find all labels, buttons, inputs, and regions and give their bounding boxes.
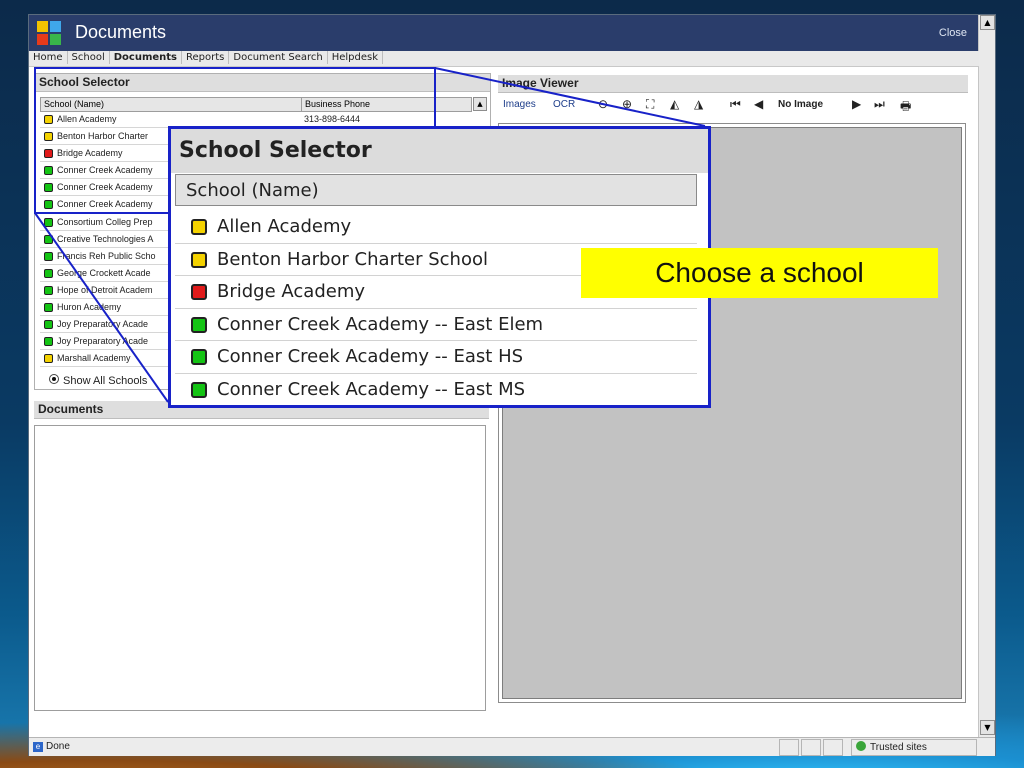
menu-item-reports[interactable]: Reports [182,51,230,64]
school-name: Creative Technologies A [57,233,154,244]
zoom-school-name: Bridge Academy [217,281,366,302]
status-yellow-icon [44,115,53,124]
no-image-label: No Image [778,99,824,110]
print-icon[interactable]: 🖶 [900,97,911,118]
zoom-out-icon[interactable]: ⊖ [598,97,608,111]
title-bar: Documents Close [29,15,979,51]
status-red-icon [191,284,207,300]
scroll-up-icon[interactable]: ▲ [980,15,995,30]
status-green-icon [191,349,207,365]
school-name: Francis Reh Public Scho [57,250,156,261]
status-green-icon [44,217,53,227]
status-green-icon [191,381,207,398]
status-green-icon [191,316,207,333]
status-green-icon [44,285,53,295]
school-phone: 313-898-6444 [304,114,361,124]
menu-item-documents[interactable]: Documents [110,51,183,64]
school-name: Conner Creek Academy [57,165,153,176]
trusted-check-icon [856,741,866,751]
column-header-business-phone[interactable]: Business Phone [301,98,472,111]
school-name: Joy Preparatory Acade [57,336,149,347]
status-yellow-icon [44,354,53,364]
school-name: Hope of Detroit Academ [57,284,153,295]
menu-item-school[interactable]: School [68,51,110,64]
app-logo-icon [37,21,61,45]
school-name: Benton Harbor Charter [57,131,149,142]
zoom-school-row[interactable]: Conner Creek Academy -- East MS [175,374,697,406]
school-name: Conner Creek Academy [57,199,153,210]
fit-icon[interactable]: ⛶ [646,97,654,112]
school-name: Bridge Academy [57,148,123,159]
image-viewer-heading: Image Viewer [498,75,968,93]
status-cell [823,739,843,756]
grid-scroll-up-icon[interactable]: ▲ [473,97,487,111]
zoom-in-icon[interactable]: ⊕ [622,97,632,111]
menu-item-helpdesk[interactable]: Helpdesk [328,51,384,64]
status-red-icon [44,149,53,159]
status-green-icon [44,303,53,313]
zoom-school-name: Conner Creek Academy -- East MS [217,378,526,400]
status-green-icon [44,251,53,261]
status-green-icon [44,183,53,193]
image-viewer-toolbar: Images OCR ⊖ ⊕ ⛶ ◭ ◮ ⏮ ◀ No Image ▶ ⏭ 🖶 [498,97,968,115]
status-green-icon [44,268,53,278]
last-icon[interactable]: ⏭ [874,97,885,112]
school-name: Marshall Academy [57,353,131,364]
status-cell [779,739,799,756]
school-name: Huron Academy [57,302,122,313]
status-green-icon [44,166,53,176]
main-menu: Home School Documents Reports Document Searc… [29,51,979,67]
images-link[interactable]: Images [503,99,536,110]
column-header-school-name[interactable]: School (Name) [44,98,104,111]
zoom-rows: Allen Academy Benton Harbor Charter Schoo… [175,211,697,406]
status-green-icon [44,320,53,330]
scroll-down-icon[interactable]: ▼ [980,720,995,735]
status-yellow-icon [44,132,53,142]
rotate-right-icon[interactable]: ◮ [694,97,703,111]
zoom-title: School Selector [171,129,708,173]
show-all-schools-label: Show All Schools [63,375,148,387]
zoom-column-header[interactable]: School (Name) [175,174,697,206]
ocr-link[interactable]: OCR [553,99,575,110]
zoom-school-name: Benton Harbor Charter School [217,248,488,270]
security-zone[interactable]: Trusted sites [851,739,977,756]
rotate-left-icon[interactable]: ◭ [670,97,679,111]
zoom-school-name: Conner Creek Academy -- East Elem [217,313,544,335]
school-name: Allen Academy [57,114,117,124]
school-name: Conner Creek Academy [57,182,153,193]
school-selector-heading: School Selector [35,74,490,92]
menu-item-document-search[interactable]: Document Search [229,51,328,64]
prev-icon[interactable]: ◀ [754,97,763,111]
window-title: Documents [75,22,167,42]
status-green-icon [44,200,53,210]
radio-selected-icon[interactable] [49,374,59,384]
school-name: George Crockett Acade [57,267,151,278]
school-grid-header: School (Name) Business Phone [40,97,472,112]
menu-item-home[interactable]: Home [29,51,68,64]
status-bar: e Done Trusted sites [29,737,995,756]
zoom-school-row[interactable]: Conner Creek Academy -- East HS [175,341,697,374]
status-green-icon [44,234,53,244]
status-done-label: Done [46,741,70,752]
zoom-school-name: Conner Creek Academy -- East HS [217,346,524,367]
status-done: e Done [33,741,70,752]
school-name: Consortium Colleg Prep [57,216,153,227]
close-link[interactable]: Close [939,27,967,39]
zoom-school-row[interactable]: Conner Creek Academy -- East Elem [175,309,697,341]
status-green-icon [44,337,53,347]
callout-choose-school: Choose a school [581,248,938,298]
status-yellow-icon [191,251,207,268]
show-all-schools-option[interactable]: Show All Schools [49,374,147,387]
zoom-school-name: Allen Academy [217,216,352,237]
page-scrollbar[interactable]: ▲ ▼ [978,15,995,737]
school-name: Joy Preparatory Acade [57,319,149,330]
documents-list[interactable] [34,425,486,711]
zoom-school-row[interactable]: Allen Academy [175,211,697,244]
status-cell [801,739,821,756]
ie-page-icon: e [33,742,43,752]
first-icon[interactable]: ⏮ [730,97,741,112]
security-zone-label: Trusted sites [870,742,927,753]
status-yellow-icon [191,219,207,235]
next-icon[interactable]: ▶ [852,97,861,111]
